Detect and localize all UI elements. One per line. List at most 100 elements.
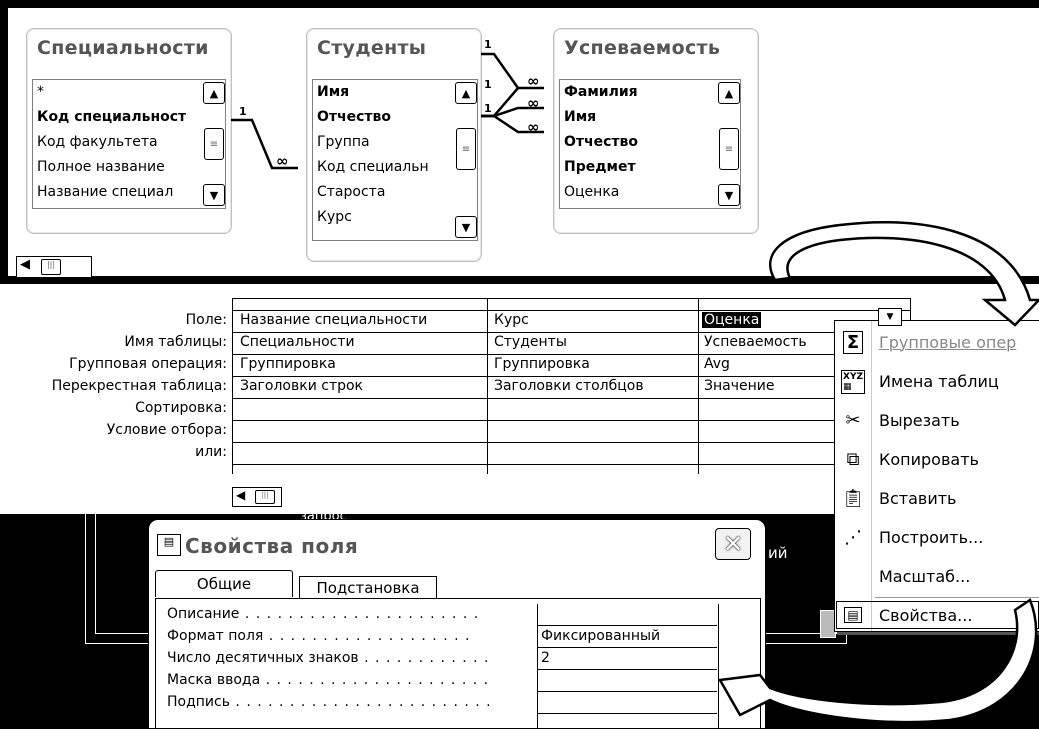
scissors-icon: ✂	[845, 410, 861, 431]
screenshot-frame: Специальности * Код специальност Код фак…	[0, 0, 1039, 729]
grid-cell[interactable]: Группировка	[236, 356, 486, 372]
property-sheet-title: Свойства поля	[185, 534, 359, 558]
menu-item-cut[interactable]: ✂ Вырезать	[835, 401, 1039, 440]
table-names-icon: XYZ ▦	[841, 369, 865, 394]
property-value-caption[interactable]	[537, 694, 717, 714]
vertical-scrollbar[interactable]: ▲ ≡ ▼	[201, 80, 225, 208]
relation-one-label: 1	[239, 105, 247, 118]
field-dropdown-button[interactable]: ▼	[878, 308, 902, 326]
relation-one-label: 1	[484, 38, 492, 51]
property-label: Подпись	[167, 694, 230, 710]
menu-item-paste[interactable]: 📋︎ Вставить	[835, 479, 1039, 518]
vertical-scrollbar[interactable]: ▲ ≡ ▼	[453, 80, 477, 240]
grid-cell[interactable]: Название специальности	[236, 312, 486, 328]
context-menu: Σ Групповые опер XYZ ▦ Имена таблиц ✂ Выр…	[834, 320, 1039, 632]
row-label-crosstab: Перекрестная таблица:	[51, 378, 227, 394]
sigma-icon: Σ	[835, 323, 871, 362]
paste-icon: 📋︎	[841, 488, 865, 509]
field-list[interactable]: Имя Отчество Группа Код специальн Старос…	[312, 79, 478, 241]
vertical-scrollbar[interactable]: ▲ ≡ ▼	[716, 80, 740, 208]
field-item[interactable]: Название специал	[33, 180, 225, 205]
grid-horizontal-scrollbar[interactable]: ◀ |||	[232, 487, 282, 507]
scroll-left-icon[interactable]: ◀	[20, 257, 30, 272]
menu-item-table-names[interactable]: XYZ ▦ Имена таблиц	[835, 362, 1039, 401]
row-label-or: или:	[195, 444, 227, 460]
scroll-down-icon[interactable]: ▼	[718, 184, 740, 206]
table-title: Успеваемость	[564, 37, 721, 59]
horizontal-scrollbar[interactable]: ◀ |||	[16, 256, 92, 278]
scroll-up-icon[interactable]: ▲	[203, 82, 225, 104]
properties-icon: ▤	[835, 600, 871, 630]
grid-cell-selected[interactable]: Оценка	[700, 312, 832, 328]
table-students[interactable]: Студенты Имя Отчество Группа Код специал…	[306, 28, 482, 262]
grid-cell[interactable]: Значение	[700, 378, 832, 394]
field-item[interactable]: Код факультета	[33, 130, 225, 155]
row-label-table: Имя таблицы:	[124, 334, 227, 350]
wand-icon: ⋰	[844, 527, 862, 548]
table-pane: Специальности * Код специальност Код фак…	[8, 8, 1039, 279]
field-list[interactable]: Фамилия Имя Отчество Предмет Оценка ▲ ≡ …	[559, 79, 741, 209]
field-item[interactable]: *	[33, 80, 225, 105]
scroll-thumb[interactable]: |||	[41, 259, 61, 275]
copy-icon: ⧉	[846, 449, 860, 470]
table-title: Студенты	[317, 37, 427, 59]
property-value-decimals[interactable]: 2	[537, 650, 717, 670]
grid-cell[interactable]: Заголовки столбцов	[490, 378, 696, 394]
grid-cell[interactable]: Avg	[700, 356, 832, 372]
field-item[interactable]: Предмет	[560, 155, 740, 180]
scroll-up-icon[interactable]: ▲	[718, 82, 740, 104]
menu-item-zoom[interactable]: Масштаб...	[835, 557, 1039, 596]
menu-item-properties[interactable]: ▤ Свойства...	[835, 600, 1039, 630]
property-sheet-window: ▤ Свойства поля ✕ Общие Подстановка Опис…	[148, 519, 766, 729]
grid-cell[interactable]: Курс	[490, 312, 696, 328]
property-sheet-icon: ▤	[157, 534, 181, 556]
background-window-text: ий	[768, 544, 788, 562]
relation-one-label: 1	[484, 78, 492, 91]
row-label-criteria: Условие отбора:	[106, 422, 227, 438]
property-value-format[interactable]: Фиксированный	[537, 628, 717, 648]
scroll-thumb[interactable]: |||	[255, 490, 275, 504]
field-item[interactable]: Отчество	[560, 130, 740, 155]
property-value-input-mask[interactable]	[537, 672, 717, 692]
selected-field-text: Оценка	[702, 312, 762, 328]
scroll-down-icon[interactable]: ▼	[203, 184, 225, 206]
scroll-thumb[interactable]: ≡	[719, 128, 739, 170]
field-item[interactable]: Имя	[560, 105, 740, 130]
relation-many-label: ∞	[527, 94, 540, 112]
scroll-thumb[interactable]: ≡	[204, 128, 224, 160]
close-icon[interactable]: ✕	[715, 528, 751, 560]
field-item[interactable]: Фамилия	[560, 80, 740, 105]
table-title: Специальности	[37, 37, 209, 59]
grid-cell[interactable]: Успеваемость	[700, 334, 832, 350]
field-item[interactable]: Полное название	[33, 155, 225, 180]
field-list[interactable]: * Код специальност Код факультета Полное…	[32, 79, 226, 209]
table-grades[interactable]: Успеваемость Фамилия Имя Отчество Предме…	[553, 28, 759, 234]
grid-cell[interactable]: Студенты	[490, 334, 696, 350]
scroll-thumb[interactable]: ≡	[456, 128, 476, 170]
tab-general[interactable]: Общие	[155, 570, 293, 597]
property-label: Число десятичных знаков	[167, 650, 359, 666]
tab-lookup[interactable]: Подстановка	[299, 576, 437, 599]
scroll-down-icon[interactable]: ▼	[455, 216, 477, 238]
row-label-sort: Сортировка:	[135, 400, 227, 416]
field-item[interactable]: Код специальност	[33, 105, 225, 130]
grid-cell[interactable]: Заголовки строк	[236, 378, 486, 394]
menu-item-group-operations[interactable]: Σ Групповые опер	[835, 323, 1039, 362]
grid-cell[interactable]: Специальности	[236, 334, 486, 350]
relation-many-label: ∞	[527, 118, 540, 136]
property-label: Маска ввода	[167, 672, 261, 688]
row-label-field: Поле:	[185, 312, 227, 328]
property-value-description[interactable]	[537, 606, 717, 626]
field-item[interactable]: Оценка	[560, 180, 740, 205]
row-label-group: Групповая операция:	[69, 356, 227, 372]
property-label: Формат поля	[167, 628, 264, 644]
relation-one-label: 1	[484, 102, 492, 115]
scroll-left-icon[interactable]: ◀	[236, 488, 245, 502]
scroll-up-icon[interactable]: ▲	[455, 82, 477, 104]
menu-item-build[interactable]: ⋰ Построить...	[835, 518, 1039, 557]
relation-many-label: ∞	[527, 72, 540, 90]
grid-cell[interactable]: Группировка	[490, 356, 696, 372]
menu-item-copy[interactable]: ⧉ Копировать	[835, 440, 1039, 479]
menu-separator	[875, 597, 1039, 598]
table-specialties[interactable]: Специальности * Код специальност Код фак…	[26, 28, 232, 234]
